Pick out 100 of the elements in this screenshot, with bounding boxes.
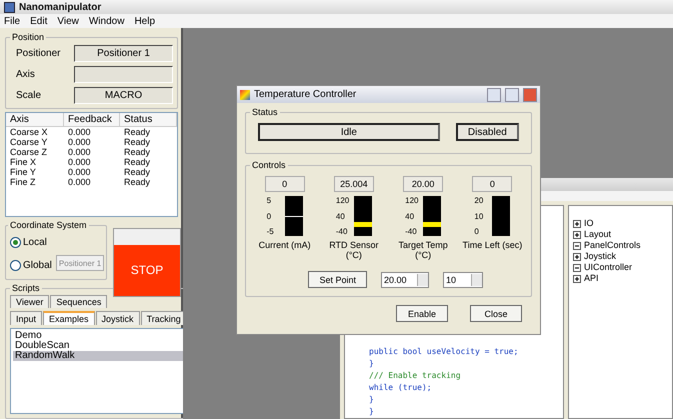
table-cell-text: Coarse Y [9,137,48,147]
dialog-button[interactable]: Enable [396,305,448,322]
group-title: Scripts [11,283,41,293]
radio-label: Global [23,260,52,270]
tab[interactable]: Examples [43,311,95,325]
table-cell-text: Fine Z [9,177,37,187]
expand-icon[interactable] [573,220,581,228]
table-cell-text: Ready [123,147,152,157]
dialog-button[interactable]: Close [470,305,522,322]
group-title: Controls [251,160,287,170]
value-display: 0 [472,176,512,192]
target-spinner[interactable]: 20.00 [381,272,429,288]
maximize-button[interactable] [505,88,519,102]
column-header[interactable]: Status [120,113,177,127]
table-cell-text: Ready [123,157,152,167]
table-cell-text: 0.000 [67,147,92,157]
tick-label: 120 [336,196,350,205]
tick-label: 40 [336,212,346,220]
tree-item[interactable]: PanelControls [573,240,668,251]
tree-label: UIController [584,262,632,273]
table-cell-text: Ready [123,127,152,137]
table-cell-text: 0.000 [67,157,92,167]
script-item[interactable]: DoubleScan [13,341,184,351]
close-button[interactable] [523,88,537,102]
expand-icon[interactable] [573,230,581,238]
stop-button[interactable]: STOP [113,228,181,297]
time-spinner[interactable]: 10 [443,272,483,288]
tick-label: -40 [405,227,418,236]
tick-label: 40 [405,212,416,220]
tab[interactable]: Viewer [10,295,50,308]
code-line: } [369,406,375,418]
window-title-text: Nanomanipulator [19,2,102,12]
table-cell-text: Ready [123,177,152,187]
table-cell-text: Ready [123,137,152,147]
menu-item[interactable]: Help [134,16,156,26]
menu-item[interactable]: Window [88,16,124,26]
column-header[interactable]: Feedback [64,113,120,127]
expand-icon[interactable] [573,274,581,282]
collapse-icon[interactable] [573,242,581,250]
minimize-button[interactable] [487,88,501,102]
field-label: Scale [15,90,42,100]
app-icon [240,90,250,100]
tab[interactable]: Sequences [50,295,108,308]
tick-label: 0 [474,227,480,236]
column-header[interactable]: Axis [6,113,64,127]
tree-label: PanelControls [584,240,641,251]
tick-label: 5 [266,196,272,205]
meter-track [492,196,510,236]
menu-item[interactable]: View [57,16,79,26]
group-title: Status [251,107,279,117]
radio-option[interactable]: Global [8,255,52,275]
tree-item[interactable]: API [573,273,668,284]
gauge-label: Current (mA) [258,240,311,250]
value-display: 20.00 [403,176,444,192]
table-cell-text: 0.000 [67,167,92,177]
tree-label: Joystick [584,251,616,262]
table-cell-text: Ready [123,167,152,177]
spinner-value: 20.00 [383,274,408,284]
table-cell-text: 0.000 [67,177,92,187]
gauge-label: Time Left (sec) [462,240,522,250]
status-display: Idle [258,123,440,141]
gauge-label: Target Temp (°C) [397,240,449,260]
tick-label: 20 [474,196,484,205]
gauge-label: RTD Sensor (°C) [328,240,380,260]
tab[interactable]: Input [10,311,42,325]
table-cell-text: Fine X [9,157,38,167]
tree-item[interactable]: Layout [573,229,668,240]
script-item[interactable]: RandomWalk [13,351,184,361]
table-cell-text: Coarse Z [9,147,48,157]
group-title: Coordinate System [9,220,88,230]
expand-icon[interactable] [573,252,581,260]
tree-item[interactable]: UIController [573,262,668,273]
tick-label: -40 [336,227,348,236]
tree-label: API [584,273,599,284]
menu-item[interactable]: Edit [30,16,48,26]
radio-option[interactable]: Local [8,232,47,252]
value-display: 0 [264,176,305,192]
tree-label: Layout [584,229,612,240]
code-line: public bool useVelocity = true; [369,346,520,358]
table-cell-text: 0.000 [67,127,92,137]
code-line: } [369,394,375,406]
dialog-title: Temperature Controller [254,89,358,100]
set-point-button[interactable]: Set Point [308,271,367,288]
collapse-icon[interactable] [573,264,581,272]
table-cell-text: Coarse X [9,127,49,137]
tick-label: 120 [405,196,420,205]
menu-item[interactable]: File [4,16,20,26]
tick-label: 10 [474,212,484,220]
tree-item[interactable]: Joystick [573,251,668,262]
value-display: 25.004 [334,176,374,192]
group-title: Position [11,32,46,42]
tick-label: -5 [266,227,275,236]
spinner-value: 10 [445,274,458,284]
code-line: /// Enable tracking [369,370,462,382]
script-item[interactable]: Demo [13,331,184,341]
radio-label: Local [23,236,47,248]
value-display: MACRO [74,86,173,104]
tab[interactable]: Joystick [96,311,140,325]
table-cell-text: 0.000 [67,137,92,147]
tree-item[interactable]: IO [573,218,668,229]
